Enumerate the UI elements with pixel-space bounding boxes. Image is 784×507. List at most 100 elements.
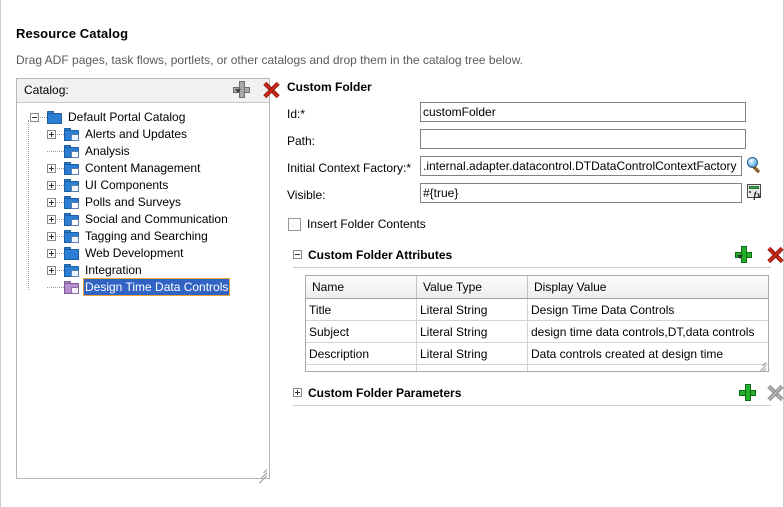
cell-name: Title: [306, 298, 417, 321]
insert-folder-contents-label: Insert Folder Contents: [307, 217, 426, 231]
tree-item-label: Analysis: [85, 144, 130, 158]
field-row-id: Id:*: [287, 102, 771, 129]
column-header-display-value[interactable]: Display Value: [527, 276, 768, 299]
custom-folder-attributes-section-header: Custom Folder Attributes: [287, 246, 784, 268]
tree-connector: [57, 168, 64, 170]
folder-icon: [64, 145, 79, 158]
tree-connector: [57, 270, 64, 272]
tree-item-label: UI Components: [85, 178, 169, 192]
cell-value-type: Literal String: [416, 298, 528, 321]
table-row[interactable]: Subject Literal String design time data …: [306, 320, 768, 343]
tree-item-web-development[interactable]: Web Development: [23, 245, 269, 262]
custom-folder-parameters-title: Custom Folder Parameters: [308, 386, 462, 400]
tree-item-label: Default Portal Catalog: [68, 110, 186, 124]
tree-item-polls-and-surveys[interactable]: Polls and Surveys: [23, 194, 269, 211]
tree-connector: [57, 134, 64, 136]
tree-toggle-icon[interactable]: [47, 266, 56, 275]
tree-item-integration[interactable]: Integration: [23, 262, 269, 279]
initial-context-factory-label: Initial Context Factory:*: [287, 161, 412, 175]
cell-display-value: Data controls created at design time: [527, 342, 768, 365]
tree-item-tagging-and-searching[interactable]: Tagging and Searching: [23, 228, 269, 245]
catalog-toolbar: Catalog:: [17, 79, 280, 103]
path-field[interactable]: [420, 129, 746, 149]
detail-title: Custom Folder: [287, 80, 372, 94]
column-header-value-type[interactable]: Value Type: [416, 276, 528, 299]
tree-item-alerts-and-updates[interactable]: Alerts and Updates: [23, 126, 269, 143]
tree-item-content-management[interactable]: Content Management: [23, 160, 269, 177]
tree-toggle-icon[interactable]: [47, 130, 56, 139]
tree-toggle-icon[interactable]: [47, 232, 56, 241]
visible-expression-builder-button[interactable]: fx: [745, 183, 767, 203]
column-header-name[interactable]: Name: [306, 276, 417, 299]
tree-item-label: Integration: [85, 263, 142, 277]
tree-item-ui-components[interactable]: UI Components: [23, 177, 269, 194]
tree-item-label-selected: Design Time Data Controls: [83, 278, 231, 296]
tree-connector: [47, 287, 64, 289]
folder-icon: [64, 281, 79, 294]
attributes-table-wrapper: Name Value Type Display Value Title Lite…: [305, 275, 769, 372]
tree-toggle-icon[interactable]: [47, 164, 56, 173]
tree-item-label: Content Management: [85, 161, 201, 175]
cell-display-value: Design Time Data Controls: [527, 298, 768, 321]
resize-grip-icon[interactable]: [255, 464, 268, 484]
tree-item-default-portal-catalog[interactable]: Default Portal Catalog: [23, 109, 269, 126]
resource-catalog-dialog: Resource Catalog Drag ADF pages, task fl…: [0, 0, 784, 507]
cell-name: Subject: [306, 320, 417, 343]
id-label: Id:*: [287, 107, 306, 121]
tree-item-label: Alerts and Updates: [85, 127, 188, 141]
tree-item-design-time-data-controls[interactable]: Design Time Data Controls: [23, 278, 269, 296]
folder-icon: [64, 264, 79, 277]
tree-connector: [57, 236, 64, 238]
cell-value-type: Literal String: [416, 342, 528, 365]
catalog-tree[interactable]: Default Portal Catalog Alerts and Update…: [17, 103, 269, 478]
insert-folder-contents-row: Insert Folder Contents: [287, 216, 771, 236]
tree-item-analysis[interactable]: Analysis: [23, 143, 269, 160]
catalog-panel: Catalog: Default Portal Catalog Alerts a…: [16, 78, 280, 484]
section-divider: [293, 267, 771, 268]
cell-display-value: design time data controls,DT,data contro…: [527, 320, 768, 343]
cell-empty: [416, 364, 528, 371]
cell-empty: [528, 365, 769, 372]
tree-item-label: Social and Communication: [85, 212, 228, 226]
tree-connector: [57, 253, 64, 255]
field-row-initial-context-factory: Initial Context Factory:*: [287, 156, 771, 183]
catalog-label: Catalog:: [24, 83, 69, 97]
table-header-row: Name Value Type Display Value: [306, 276, 768, 299]
tree-connector: [57, 202, 64, 204]
tree-toggle-icon[interactable]: [47, 198, 56, 207]
tree-toggle-icon[interactable]: [47, 249, 56, 258]
table-row[interactable]: Description Literal String Data controls…: [306, 342, 768, 365]
custom-folder-detail: Custom Folder Id:* Path: Initial Context…: [287, 80, 784, 406]
folder-icon: [64, 247, 79, 260]
chevron-down-icon[interactable]: [737, 255, 743, 259]
section-collapse-toggle[interactable]: [293, 250, 302, 259]
page-title: Resource Catalog: [16, 26, 129, 41]
table-resize-grip-icon[interactable]: [754, 357, 767, 371]
insert-folder-contents-checkbox[interactable]: [288, 218, 301, 231]
tree-connector: [40, 117, 47, 119]
tree-item-label: Tagging and Searching: [85, 229, 208, 243]
folder-icon: [47, 111, 62, 124]
custom-folder-attributes-title: Custom Folder Attributes: [308, 248, 453, 262]
table-row[interactable]: Title Literal String Design Time Data Co…: [306, 298, 768, 321]
expression-builder-icon: fx: [747, 184, 761, 200]
field-row-path: Path:: [287, 129, 771, 156]
tree-toggle-icon[interactable]: [30, 113, 39, 122]
folder-icon: [64, 196, 79, 209]
folder-icon: [64, 213, 79, 226]
chevron-down-icon[interactable]: [235, 89, 241, 93]
tree-toggle-icon[interactable]: [47, 181, 56, 190]
initial-context-factory-browse-button[interactable]: [745, 156, 767, 176]
folder-icon: [64, 162, 79, 175]
tree-item-social-and-communication[interactable]: Social and Communication: [23, 211, 269, 228]
section-expand-toggle[interactable]: [293, 388, 302, 397]
tree-connector: [57, 185, 64, 187]
attributes-table: Name Value Type Display Value Title Lite…: [306, 276, 769, 372]
visible-field[interactable]: [420, 183, 742, 203]
id-field[interactable]: [420, 102, 746, 122]
folder-icon: [64, 128, 79, 141]
tree-connector: [57, 219, 64, 221]
tree-toggle-icon[interactable]: [47, 215, 56, 224]
initial-context-factory-field[interactable]: [420, 156, 742, 176]
tree-connector: [47, 151, 64, 153]
